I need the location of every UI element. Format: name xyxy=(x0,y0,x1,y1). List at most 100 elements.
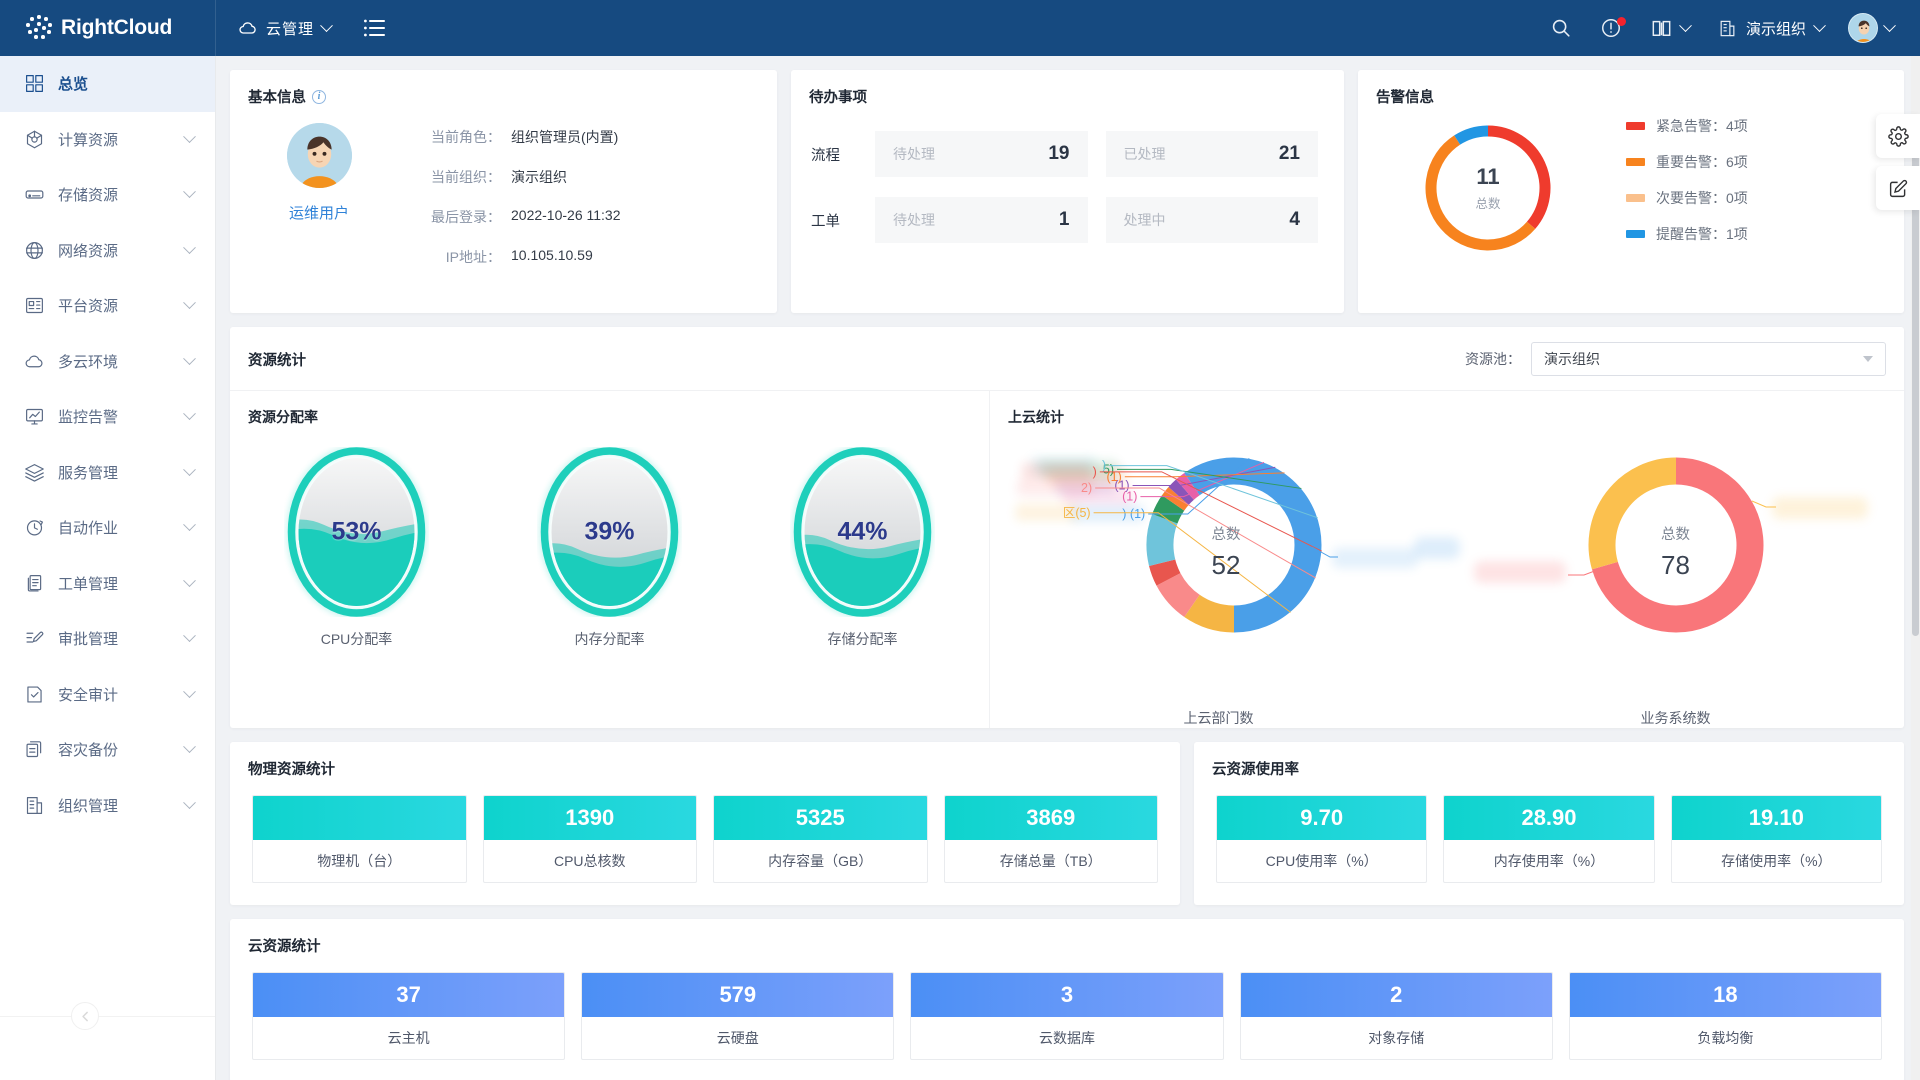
settings-float-button[interactable] xyxy=(1876,114,1920,158)
stat-tile[interactable]: 37 云主机 xyxy=(252,972,565,1060)
notification-badge xyxy=(1617,17,1626,26)
sidebar-item-12[interactable]: 容灾备份 xyxy=(0,722,215,778)
sidebar-item-0[interactable]: 总览 xyxy=(0,56,215,112)
feedback-float-button[interactable] xyxy=(1876,166,1920,210)
docs-button[interactable] xyxy=(1636,0,1704,56)
sidebar-item-10[interactable]: 审批管理 xyxy=(0,611,215,667)
donut-center-label: 总数 xyxy=(1005,523,1447,544)
stat-tile[interactable]: 5325 内存容量（GB） xyxy=(713,795,928,883)
stat-tile-value: 579 xyxy=(582,973,893,1017)
layers-icon xyxy=(24,462,45,483)
gauge-percent-value: 44% xyxy=(790,518,935,547)
copy-icon xyxy=(24,739,45,760)
basic-info-card: 基本信息 i 运维用户 当前角色： 组织管理员(内置) 当前组织： 演示组织 最… xyxy=(230,70,777,313)
legend-label: 次要告警：0项 xyxy=(1656,188,1748,208)
stat-tile[interactable]: 2 对象存储 xyxy=(1240,972,1553,1060)
menu-toggle-button[interactable] xyxy=(349,0,401,56)
sidebar-item-8[interactable]: 自动作业 xyxy=(0,500,215,556)
user-avatar-large xyxy=(287,123,352,188)
stat-tile-label: 云数据库 xyxy=(911,1017,1222,1059)
alarm-legend-item[interactable]: 紧急告警：4项 xyxy=(1626,116,1748,136)
basic-info-user: 运维用户 xyxy=(230,123,408,287)
stat-tile[interactable]: 1390 CPU总核数 xyxy=(483,795,698,883)
allocation-title: 资源分配率 xyxy=(230,407,989,427)
sidebar-item-label: 存储资源 xyxy=(58,184,172,205)
stat-tile[interactable]: 3 云数据库 xyxy=(910,972,1223,1060)
alarm-donut-chart[interactable]: 11 总数 xyxy=(1358,113,1618,263)
alarm-legend-item[interactable]: 重要告警：6项 xyxy=(1626,152,1748,172)
cloud-usage-card: 云资源使用率 9.70 CPU使用率（%） 28.90 内存使用率（%） 19.10 存储… xyxy=(1194,742,1904,905)
sidebar-item-1[interactable]: 计算资源 xyxy=(0,112,215,168)
alarm-legend-item[interactable]: 次要告警：0项 xyxy=(1626,188,1748,208)
todo-card: 待办事项 流程 待处理 19 已处理 21 工单 待处理 1 处理中 4 xyxy=(791,70,1344,313)
stat-tile-label: 内存使用率（%） xyxy=(1444,840,1653,882)
resource-stats-card: 资源统计 资源池： 演示组织 资源分配率 53% CPU分配率 39% 内存分配率 44… xyxy=(230,327,1904,728)
main-content[interactable]: 基本信息 i 运维用户 当前角色： 组织管理员(内置) 当前组织： 演示组织 最… xyxy=(216,56,1920,1080)
todo-cell[interactable]: 待处理 19 xyxy=(875,131,1088,177)
sidebar-item-3[interactable]: 网络资源 xyxy=(0,223,215,279)
info-icon[interactable]: i xyxy=(312,90,326,104)
stat-tile[interactable]: 28.90 内存使用率（%） xyxy=(1443,795,1654,883)
chevron-down-icon xyxy=(183,186,196,199)
alarm-total-value: 11 xyxy=(1475,164,1500,190)
stat-tile-label: 云硬盘 xyxy=(582,1017,893,1059)
allocation-gauge[interactable]: 44% 存储分配率 xyxy=(763,447,963,649)
brand-logo[interactable]: RightCloud xyxy=(0,0,216,56)
chevron-down-icon xyxy=(320,19,333,32)
stat-tile[interactable]: 物理机（台） xyxy=(252,795,467,883)
notifications-button[interactable] xyxy=(1586,0,1636,56)
user-menu[interactable] xyxy=(1836,13,1898,43)
stat-tile-value: 28.90 xyxy=(1444,796,1653,840)
search-button[interactable] xyxy=(1536,0,1586,56)
gauge-percent-value: 39% xyxy=(537,518,682,547)
resource-pool-select[interactable]: 演示组织 xyxy=(1531,342,1886,376)
module-label: 云管理 xyxy=(266,18,314,39)
todo-cell-label: 已处理 xyxy=(1124,144,1166,164)
stat-tile[interactable]: 579 云硬盘 xyxy=(581,972,894,1060)
basic-info-key: IP地址： xyxy=(408,247,501,267)
donut-caption: 上云部门数 xyxy=(990,708,1447,728)
allocation-gauge[interactable]: 39% 内存分配率 xyxy=(510,447,710,649)
chevron-down-icon xyxy=(183,241,196,254)
sidebar-item-9[interactable]: 工单管理 xyxy=(0,556,215,612)
sidebar-item-label: 组织管理 xyxy=(58,795,172,816)
stat-tile-value xyxy=(253,796,466,840)
allocation-gauge[interactable]: 53% CPU分配率 xyxy=(257,447,457,649)
todo-cell[interactable]: 处理中 4 xyxy=(1106,197,1319,243)
todo-cell-label: 待处理 xyxy=(893,210,935,230)
resource-pool-label: 资源池： xyxy=(1465,349,1521,369)
sidebar-item-4[interactable]: 平台资源 xyxy=(0,278,215,334)
stat-tile-value: 3869 xyxy=(945,796,1158,840)
sidebar-item-5[interactable]: 多云环境 xyxy=(0,334,215,390)
alarm-legend-item[interactable]: 提醒告警：1项 xyxy=(1626,224,1748,244)
user-name-link[interactable]: 运维用户 xyxy=(289,202,349,223)
stat-tile-value: 1390 xyxy=(484,796,697,840)
stat-tile[interactable]: 9.70 CPU使用率（%） xyxy=(1216,795,1427,883)
sidebar-item-6[interactable]: 监控告警 xyxy=(0,389,215,445)
cloud-stats-donut[interactable]: ) (1) (1) (1) (1) 5))) 2) 区(5) 总数 52 上云部门数 xyxy=(990,427,1447,728)
sidebar-item-2[interactable]: 存储资源 xyxy=(0,167,215,223)
user-avatar-icon xyxy=(1849,14,1878,43)
physical-resources-card: 物理资源统计 物理机（台） 1390 CPU总核数 5325 内存容量（GB） 3869 存… xyxy=(230,742,1180,905)
chevron-down-icon xyxy=(183,297,196,310)
sidebar-item-13[interactable]: 组织管理 xyxy=(0,778,215,834)
stat-tile[interactable]: 19.10 存储使用率（%） xyxy=(1671,795,1882,883)
sidebar-item-11[interactable]: 安全审计 xyxy=(0,667,215,723)
cloud-resources-tiles: 37 云主机 579 云硬盘 3 云数据库 2 对象存储 18 负载均衡 xyxy=(230,956,1904,1080)
todo-cell[interactable]: 待处理 1 xyxy=(875,197,1088,243)
brand-name: RightCloud xyxy=(61,16,172,40)
resource-stats-body: 资源分配率 53% CPU分配率 39% 内存分配率 44% 存储分配率 上云统计 ) (… xyxy=(230,391,1904,728)
org-selector[interactable]: 演示组织 xyxy=(1704,0,1836,56)
cloud-stats-donut[interactable]: 总数 78 业务系统数 xyxy=(1447,427,1904,728)
todo-cell[interactable]: 已处理 21 xyxy=(1106,131,1319,177)
donut-center-text: 总数 78 xyxy=(1447,523,1904,581)
stat-tile[interactable]: 3869 存储总量（TB） xyxy=(944,795,1159,883)
sidebar-item-7[interactable]: 服务管理 xyxy=(0,445,215,501)
stat-tile[interactable]: 18 负载均衡 xyxy=(1569,972,1882,1060)
todo-cell-label: 待处理 xyxy=(893,144,935,164)
sidebar-item-label: 多云环境 xyxy=(58,351,172,372)
clock-icon xyxy=(24,517,45,538)
sidebar-collapse-button[interactable] xyxy=(71,1002,99,1030)
module-switcher[interactable]: 云管理 xyxy=(216,0,349,56)
monitor-icon xyxy=(24,406,45,427)
